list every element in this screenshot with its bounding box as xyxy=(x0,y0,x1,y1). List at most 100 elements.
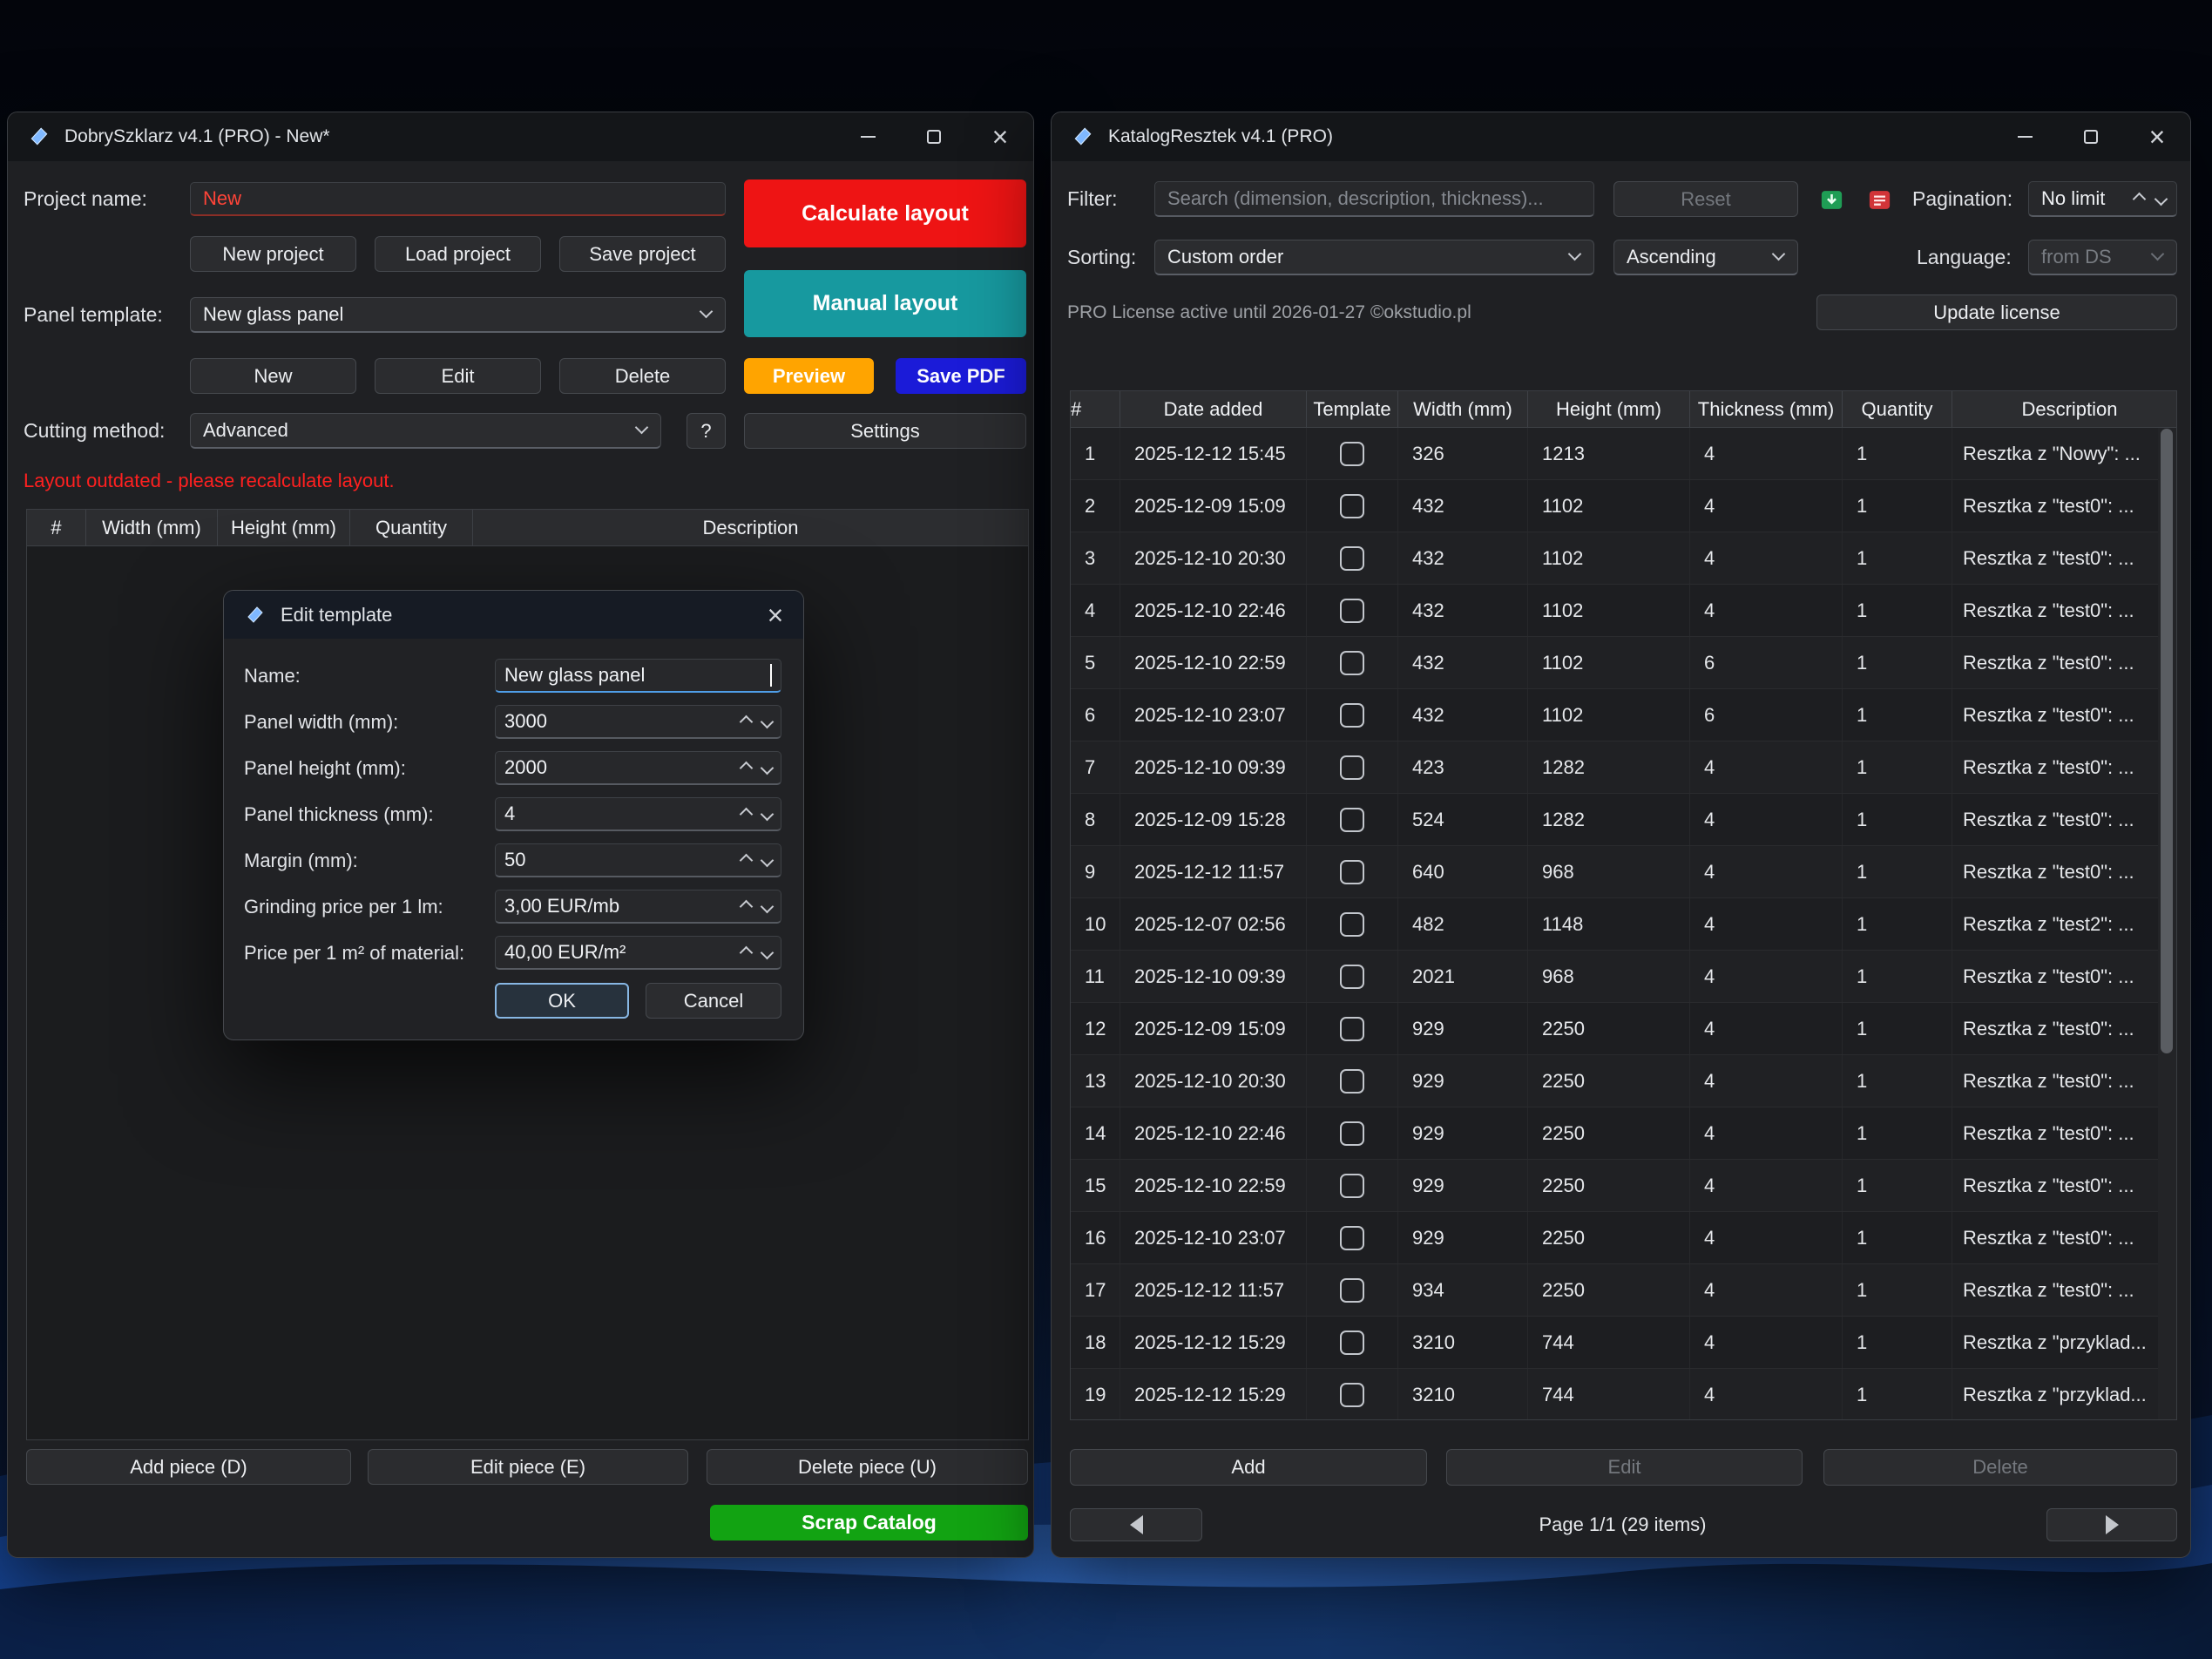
template-checkbox[interactable] xyxy=(1340,1331,1364,1355)
template-checkbox[interactable] xyxy=(1340,651,1364,675)
calculate-layout-button[interactable]: Calculate layout xyxy=(744,179,1026,247)
ok-button[interactable]: OK xyxy=(495,983,629,1019)
new-project-button[interactable]: New project xyxy=(190,236,356,272)
spin-up-icon[interactable] xyxy=(740,945,754,959)
table-row[interactable]: 72025-12-10 09:39423128241Resztka z "tes… xyxy=(1071,741,2176,794)
load-project-button[interactable]: Load project xyxy=(375,236,541,272)
spin-up-icon[interactable] xyxy=(740,899,754,913)
add-piece-button[interactable]: Add piece (D) xyxy=(26,1449,351,1485)
table-row[interactable]: 162025-12-10 23:07929225041Resztka z "te… xyxy=(1071,1212,2176,1264)
scrollbar-thumb[interactable] xyxy=(2161,429,2173,1053)
update-license-button[interactable]: Update license xyxy=(1816,295,2177,330)
table-row[interactable]: 182025-12-12 15:29321074441Resztka z "pr… xyxy=(1071,1317,2176,1369)
col-header-template[interactable]: Template xyxy=(1307,391,1398,427)
catalog-edit-button[interactable]: Edit xyxy=(1446,1449,1803,1486)
language-select[interactable]: from DS xyxy=(2028,240,2177,275)
template-checkbox[interactable] xyxy=(1340,755,1364,780)
template-checkbox[interactable] xyxy=(1340,1174,1364,1198)
template-checkbox[interactable] xyxy=(1340,1226,1364,1250)
col-header-thickness[interactable]: Thickness (mm) xyxy=(1690,391,1843,427)
template-checkbox[interactable] xyxy=(1340,912,1364,937)
dialog-spin-input[interactable]: 3000 xyxy=(495,705,781,739)
maximize-icon[interactable] xyxy=(2058,112,2124,161)
table-row[interactable]: 62025-12-10 23:07432110261Resztka z "tes… xyxy=(1071,689,2176,741)
table-row[interactable]: 102025-12-07 02:56482114841Resztka z "te… xyxy=(1071,898,2176,951)
col-header-height[interactable]: Height (mm) xyxy=(1528,391,1690,427)
template-checkbox[interactable] xyxy=(1340,965,1364,989)
table-row[interactable]: 172025-12-12 11:57934225041Resztka z "te… xyxy=(1071,1264,2176,1317)
cancel-button[interactable]: Cancel xyxy=(646,983,781,1019)
pdf-export-icon[interactable] xyxy=(1865,186,1894,214)
spin-up-icon[interactable] xyxy=(2133,192,2147,206)
catalog-scrollbar[interactable] xyxy=(2158,428,2176,1419)
col-header-quantity[interactable]: Quantity xyxy=(1843,391,1952,427)
table-row[interactable]: 142025-12-10 22:46929225041Resztka z "te… xyxy=(1071,1107,2176,1160)
spin-up-icon[interactable] xyxy=(740,761,754,775)
minimize-icon[interactable] xyxy=(835,112,901,161)
template-checkbox[interactable] xyxy=(1340,494,1364,518)
manual-layout-button[interactable]: Manual layout xyxy=(744,270,1026,337)
close-icon[interactable] xyxy=(967,112,1033,161)
template-checkbox[interactable] xyxy=(1340,1278,1364,1303)
dialog-spin-input[interactable]: 4 xyxy=(495,797,781,831)
page-next-button[interactable] xyxy=(2046,1508,2177,1541)
template-checkbox[interactable] xyxy=(1340,808,1364,832)
delete-piece-button[interactable]: Delete piece (U) xyxy=(707,1449,1028,1485)
spin-down-icon[interactable] xyxy=(761,761,775,775)
spin-down-icon[interactable] xyxy=(761,853,775,867)
spin-up-icon[interactable] xyxy=(740,807,754,821)
table-row[interactable]: 112025-12-10 09:39202196841Resztka z "te… xyxy=(1071,951,2176,1003)
titlebar-katalogresztek[interactable]: KatalogResztek v4.1 (PRO) xyxy=(1052,112,2190,161)
settings-button[interactable]: Settings xyxy=(744,413,1026,449)
table-row[interactable]: 152025-12-10 22:59929225041Resztka z "te… xyxy=(1071,1160,2176,1212)
table-row[interactable]: 92025-12-12 11:5764096841Resztka z "test… xyxy=(1071,846,2176,898)
template-checkbox[interactable] xyxy=(1340,1383,1364,1407)
table-row[interactable]: 82025-12-09 15:28524128241Resztka z "tes… xyxy=(1071,794,2176,846)
preview-button[interactable]: Preview xyxy=(744,358,874,394)
template-checkbox[interactable] xyxy=(1340,1069,1364,1094)
spin-down-icon[interactable] xyxy=(2155,192,2168,206)
panel-template-select[interactable]: New glass panel xyxy=(190,297,726,333)
close-icon[interactable] xyxy=(2124,112,2190,161)
template-checkbox[interactable] xyxy=(1340,1017,1364,1041)
col-header-date-added[interactable]: Date added xyxy=(1120,391,1307,427)
table-row[interactable]: 52025-12-10 22:59432110261Resztka z "tes… xyxy=(1071,637,2176,689)
col-header-description[interactable]: Description xyxy=(1952,391,2176,427)
template-edit-button[interactable]: Edit xyxy=(375,358,541,394)
col-header-width[interactable]: Width (mm) xyxy=(1398,391,1528,427)
edit-piece-button[interactable]: Edit piece (E) xyxy=(368,1449,688,1485)
table-row[interactable]: 12025-12-12 15:45326121341Resztka z "Now… xyxy=(1071,428,2176,480)
template-checkbox[interactable] xyxy=(1340,442,1364,466)
save-project-button[interactable]: Save project xyxy=(559,236,726,272)
dialog-spin-input[interactable]: 40,00 EUR/m² xyxy=(495,936,781,970)
titlebar-dobryszklarz[interactable]: DobrySzklarz v4.1 (PRO) - New* xyxy=(8,112,1033,161)
col-header-index[interactable]: # xyxy=(1071,391,1120,427)
table-row[interactable]: 122025-12-09 15:09929225041Resztka z "te… xyxy=(1071,1003,2176,1055)
spin-down-icon[interactable] xyxy=(761,945,775,959)
pagination-limit-spinner[interactable]: No limit xyxy=(2028,181,2177,217)
template-checkbox[interactable] xyxy=(1340,860,1364,884)
project-name-input[interactable] xyxy=(190,182,726,216)
spin-down-icon[interactable] xyxy=(761,899,775,913)
template-checkbox[interactable] xyxy=(1340,599,1364,623)
table-row[interactable]: 42025-12-10 22:46432110241Resztka z "tes… xyxy=(1071,585,2176,637)
close-icon[interactable] xyxy=(747,591,803,639)
search-input[interactable] xyxy=(1154,181,1594,217)
sorting-select[interactable]: Custom order xyxy=(1154,240,1594,275)
catalog-delete-button[interactable]: Delete xyxy=(1823,1449,2177,1486)
template-checkbox[interactable] xyxy=(1340,546,1364,571)
help-button[interactable]: ? xyxy=(687,413,726,449)
dialog-spin-input[interactable]: 2000 xyxy=(495,751,781,785)
dialog-titlebar[interactable]: Edit template xyxy=(224,591,803,639)
template-delete-button[interactable]: Delete xyxy=(559,358,726,394)
sort-direction-select[interactable]: Ascending xyxy=(1613,240,1798,275)
table-row[interactable]: 192025-12-12 15:29321074441Resztka z "pr… xyxy=(1071,1369,2176,1420)
template-new-button[interactable]: New xyxy=(190,358,356,394)
table-row[interactable]: 132025-12-10 20:30929225041Resztka z "te… xyxy=(1071,1055,2176,1107)
cutting-method-select[interactable]: Advanced xyxy=(190,413,661,449)
template-checkbox[interactable] xyxy=(1340,703,1364,728)
maximize-icon[interactable] xyxy=(901,112,967,161)
dialog-spin-input[interactable]: 50 xyxy=(495,843,781,877)
spin-down-icon[interactable] xyxy=(761,714,775,728)
table-row[interactable]: 22025-12-09 15:09432110241Resztka z "tes… xyxy=(1071,480,2176,532)
